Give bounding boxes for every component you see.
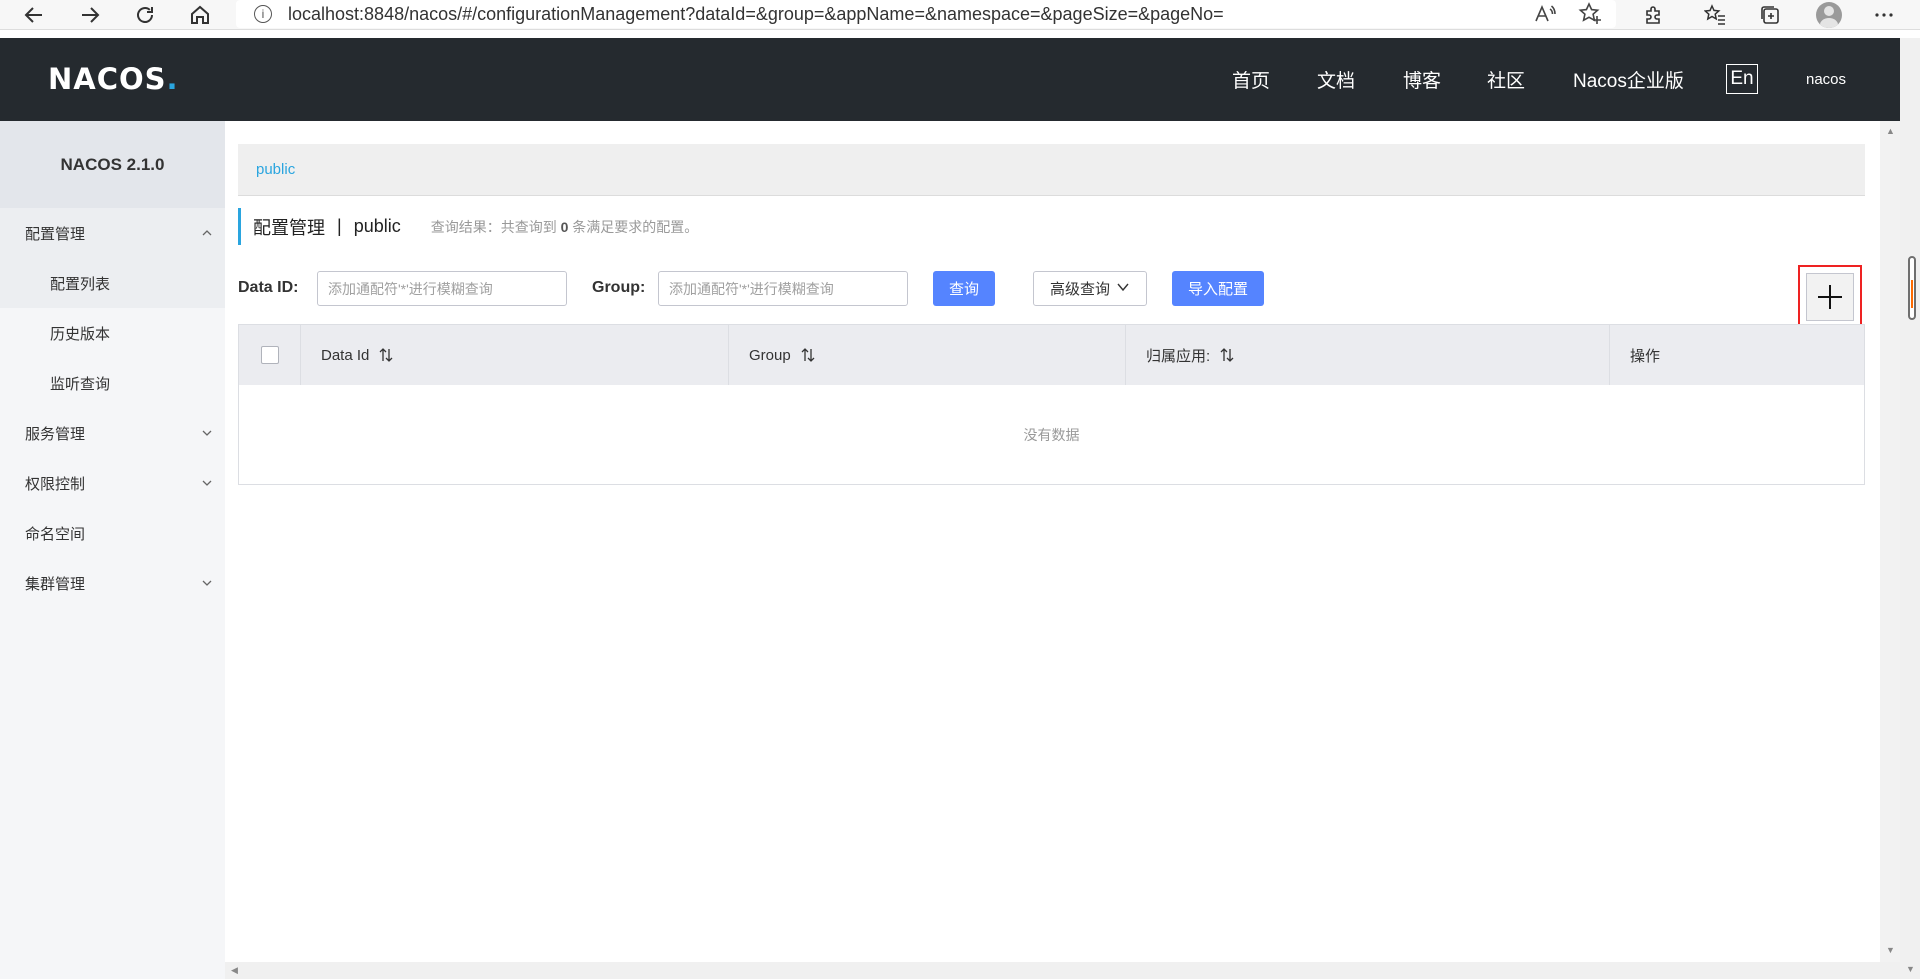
chevron-up-icon — [201, 208, 213, 258]
nacos-logo[interactable]: NACOS. — [48, 62, 179, 96]
sidebar-item-label: 历史版本 — [50, 325, 111, 343]
scrollbar-thumb[interactable] — [1908, 256, 1916, 320]
empty-table-message: 没有数据 — [1023, 427, 1080, 443]
column-data-id[interactable]: Data Id — [301, 325, 729, 385]
nav-enterprise[interactable]: Nacos企业版 — [1573, 66, 1684, 93]
url-text: localhost:8848/nacos/#/configurationMana… — [288, 3, 1224, 24]
add-config-button[interactable] — [1806, 273, 1854, 321]
sidebar-item-listener-query[interactable]: 监听查询 — [0, 358, 225, 408]
chevron-down-icon — [201, 558, 213, 608]
sidebar-group-label: 权限控制 — [25, 475, 86, 493]
advanced-query-label: 高级查询 — [1049, 281, 1110, 298]
more-options-icon[interactable] — [1866, 0, 1902, 30]
chevron-down-icon — [201, 408, 213, 458]
sidebar-item-label: 监听查询 — [50, 375, 111, 393]
page-title-namespace: public — [353, 216, 401, 236]
title-separator: | — [337, 216, 342, 236]
back-arrow-icon[interactable] — [16, 0, 52, 30]
profile-avatar[interactable] — [1816, 2, 1842, 28]
sidebar-group-label: 集群管理 — [25, 575, 86, 593]
scroll-down-arrow-icon[interactable]: ▼ — [1906, 964, 1915, 974]
page-scrollbar[interactable]: ▼ — [1900, 38, 1920, 979]
namespace-bar: public — [238, 144, 1865, 196]
search-button[interactable]: 查询 — [933, 271, 995, 306]
group-label: Group: — [592, 279, 646, 296]
sort-icon[interactable] — [801, 347, 815, 363]
nav-community[interactable]: 社区 — [1487, 66, 1525, 93]
home-icon[interactable] — [182, 0, 218, 30]
column-group[interactable]: Group — [729, 325, 1126, 385]
query-count: 0 — [560, 218, 569, 235]
import-config-button[interactable]: 导入配置 — [1172, 271, 1264, 306]
language-switch[interactable]: En — [1726, 64, 1758, 94]
select-all-checkbox[interactable] — [260, 346, 279, 364]
plus-icon — [1818, 285, 1842, 309]
content-scrollbar[interactable]: ▲ ▼ — [1880, 121, 1900, 962]
namespace-link-public[interactable]: public — [256, 161, 295, 178]
group-input[interactable] — [658, 271, 908, 306]
favorites-icon[interactable] — [1697, 0, 1733, 30]
table-header: Data Id Group 归属应用: 操作 — [239, 325, 1864, 385]
sidebar-group-config[interactable]: 配置管理 — [0, 208, 225, 258]
extensions-icon[interactable] — [1636, 0, 1672, 30]
address-bar[interactable]: i localhost:8848/nacos/#/configurationMa… — [236, 0, 1616, 28]
refresh-icon[interactable] — [127, 0, 163, 30]
data-id-input[interactable] — [317, 271, 567, 306]
sidebar-title: NACOS 2.1.0 — [0, 121, 225, 208]
browser-toolbar: i localhost:8848/nacos/#/configurationMa… — [0, 0, 1920, 30]
sidebar-group-service[interactable]: 服务管理 — [0, 408, 225, 458]
scroll-left-arrow-icon[interactable]: ◀ — [231, 965, 238, 976]
sidebar: NACOS 2.1.0 配置管理 配置列表 历史版本 监听查询 服务管理 权限控… — [0, 121, 225, 979]
select-all-column — [239, 325, 301, 385]
query-result-info: 查询结果：共查询到 0 条满足要求的配置。 — [430, 218, 699, 235]
horizontal-scrollbar[interactable]: ◀ — [225, 962, 1900, 979]
sidebar-group-cluster[interactable]: 集群管理 — [0, 558, 225, 608]
chevron-down-icon — [1116, 280, 1130, 298]
page-title: 配置管理 | public 查询结果：共查询到 0 条满足要求的配置。 — [238, 208, 698, 245]
config-table: Data Id Group 归属应用: 操作 没有数据 — [238, 324, 1865, 485]
add-config-highlight — [1798, 265, 1862, 331]
page-title-text: 配置管理 — [253, 217, 325, 238]
sidebar-group-label: 命名空间 — [25, 525, 86, 543]
sidebar-group-label: 服务管理 — [25, 425, 86, 443]
sort-icon[interactable] — [1220, 347, 1234, 363]
nav-docs[interactable]: 文档 — [1317, 66, 1355, 93]
nav-blog[interactable]: 博客 — [1403, 66, 1441, 93]
chevron-down-icon — [201, 458, 213, 508]
forward-arrow-icon[interactable] — [72, 0, 108, 30]
scroll-up-arrow-icon[interactable]: ▲ — [1886, 126, 1895, 136]
logo-dot: . — [166, 62, 179, 96]
scroll-down-arrow-icon[interactable]: ▼ — [1886, 945, 1895, 955]
site-info-icon[interactable]: i — [254, 5, 272, 23]
nav-home[interactable]: 首页 — [1232, 66, 1270, 93]
column-app-name[interactable]: 归属应用: — [1126, 325, 1610, 385]
sidebar-group-namespace[interactable]: 命名空间 — [0, 508, 225, 558]
user-name[interactable]: nacos — [1806, 71, 1846, 88]
sidebar-group-permission[interactable]: 权限控制 — [0, 458, 225, 508]
read-aloud-icon[interactable] — [1534, 0, 1556, 28]
add-favorite-icon[interactable] — [1578, 0, 1602, 28]
app-header: NACOS. 首页 文档 博客 社区 Nacos企业版 En nacos — [0, 38, 1900, 121]
sidebar-item-history[interactable]: 历史版本 — [0, 308, 225, 358]
sidebar-item-config-list[interactable]: 配置列表 — [0, 258, 225, 308]
sort-icon[interactable] — [379, 347, 393, 363]
sidebar-item-label: 配置列表 — [50, 275, 111, 293]
data-id-label: Data ID: — [238, 279, 299, 296]
sidebar-group-label: 配置管理 — [25, 225, 86, 243]
column-operation: 操作 — [1630, 347, 1661, 365]
advanced-query-dropdown[interactable]: 高级查询 — [1033, 271, 1147, 306]
collections-icon[interactable] — [1752, 0, 1788, 30]
